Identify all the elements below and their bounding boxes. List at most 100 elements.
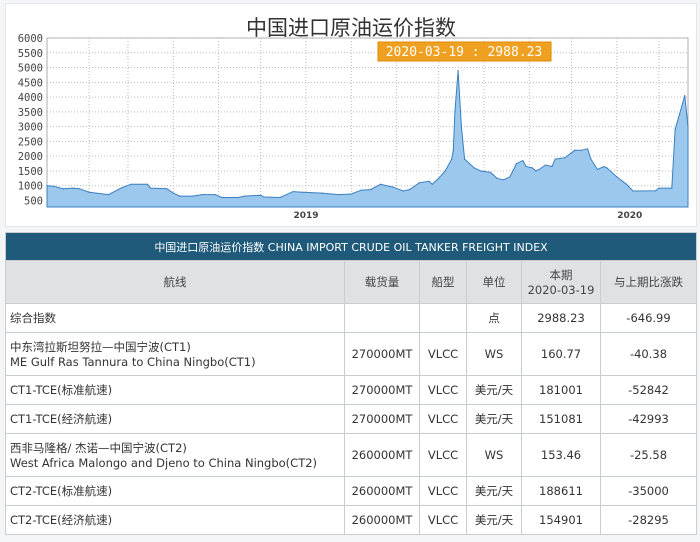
x-tick-label: 2019 <box>293 211 318 221</box>
route-cell: CT2-TCE(标准航速) <box>5 476 345 506</box>
y-tick-label: 5000 <box>18 63 43 75</box>
data-point <box>473 167 475 169</box>
freight-index-table: 中国进口原油运价指数 CHINA IMPORT CRUDE OIL TANKER… <box>5 232 697 535</box>
data-point <box>237 196 239 199</box>
y-tick-label: 1000 <box>18 181 43 193</box>
route-name: 中东湾拉斯坦努拉—中国宁波(CT1) <box>10 340 191 354</box>
data-point <box>172 192 174 194</box>
data-point <box>606 167 608 169</box>
data-point <box>46 185 48 187</box>
data-point <box>88 191 90 193</box>
route-cell: 西非马隆格/ 杰诺—中国宁波(CT2) West Africa Malongo a… <box>5 433 345 477</box>
table-row: CT2-TCE(标准航速) 260000MT VLCC 美元/天 188611 … <box>5 476 697 506</box>
header-unit: 单位 <box>466 260 522 304</box>
data-point <box>260 194 262 196</box>
table-row: CT1-TCE(经济航速) 270000MT VLCC 美元/天 151081 … <box>5 404 697 434</box>
data-point <box>554 158 556 160</box>
data-point <box>587 148 589 150</box>
data-point <box>402 190 404 192</box>
data-point <box>72 187 74 189</box>
change-cell: -42993 <box>600 404 697 434</box>
data-point <box>590 158 592 160</box>
data-point <box>78 188 80 190</box>
data-point <box>509 176 511 178</box>
header-ship: 船型 <box>419 260 467 304</box>
data-point <box>525 165 527 168</box>
data-point <box>502 179 505 181</box>
data-point <box>379 183 382 185</box>
y-tick-label: 2000 <box>18 151 43 163</box>
data-point <box>658 187 660 189</box>
data-point <box>62 188 64 190</box>
data-point <box>687 126 689 128</box>
route-name-en: ME Gulf Ras Tannura to China Ningbo(CT1) <box>10 355 256 369</box>
route-name: 综合指数 <box>10 311 56 325</box>
data-point <box>360 189 362 191</box>
tooltip-text: 2020-03-19 : 2988.23 <box>386 45 543 60</box>
data-point <box>632 190 634 192</box>
unit-cell: 美元/天 <box>466 375 522 405</box>
data-point <box>130 183 132 185</box>
x-tick-label: 2020 <box>617 211 642 221</box>
change-cell: -52842 <box>600 375 697 405</box>
data-point <box>625 183 628 185</box>
data-point <box>464 158 466 160</box>
header-route: 航线 <box>5 260 345 304</box>
index-chart[interactable]: 500 1000 1500 2000 2500 3000 3500 4000 4500 5000 5… <box>6 4 696 226</box>
y-tick-label: 3500 <box>18 107 43 119</box>
data-point <box>596 168 598 171</box>
data-point <box>107 193 110 196</box>
change-cell: -28295 <box>600 505 697 535</box>
data-point <box>120 187 123 189</box>
data-point <box>214 193 216 196</box>
route-name: CT2-TCE(经济航速) <box>10 513 113 527</box>
data-point <box>457 69 459 72</box>
y-tick-label: 5500 <box>18 48 43 60</box>
change-cell: -646.99 <box>600 303 697 333</box>
data-point <box>564 157 566 159</box>
value-cell: 2988.23 <box>521 303 601 333</box>
load-cell: 270000MT <box>344 404 420 434</box>
change-cell: -25.58 <box>600 433 697 477</box>
ship-cell: VLCC <box>419 375 467 405</box>
data-point <box>370 188 372 191</box>
route-name: CT2-TCE(标准航速) <box>10 484 113 498</box>
data-point <box>292 191 294 193</box>
data-point <box>551 165 553 168</box>
ship-cell: VLCC <box>419 433 467 477</box>
ship-cell: VLCC <box>419 332 467 376</box>
table-row: 中东湾拉斯坦努拉—中国宁波(CT1) ME Gulf Ras Tannura to… <box>5 332 697 376</box>
data-point <box>655 190 657 192</box>
data-point <box>192 195 194 197</box>
data-point <box>451 158 453 160</box>
change-cell: -40.38 <box>600 332 697 376</box>
header-load: 载货量 <box>344 260 420 304</box>
route-name-en: West Africa Malongo and Djeno to China N… <box>10 456 318 470</box>
data-point <box>535 170 537 172</box>
data-point <box>496 177 498 179</box>
data-point <box>603 165 605 168</box>
data-point <box>438 177 440 179</box>
change-cell: -35000 <box>600 476 697 506</box>
data-point <box>431 183 433 185</box>
data-point <box>444 170 446 172</box>
value-cell: 154901 <box>521 505 601 535</box>
table-header-row: 航线 载货量 船型 单位 本期 2020-03-19 与上期比涨跌 <box>5 260 697 304</box>
data-point <box>408 188 411 191</box>
ship-cell <box>419 303 467 333</box>
load-cell: 260000MT <box>344 433 420 477</box>
load-cell: 260000MT <box>344 476 420 506</box>
data-point <box>538 168 540 171</box>
load-cell: 270000MT <box>344 375 420 405</box>
data-point <box>674 128 676 131</box>
y-tick-label: 1500 <box>18 166 43 178</box>
data-point <box>515 162 518 165</box>
y-tick-label: 4000 <box>18 92 43 104</box>
data-point <box>452 149 454 151</box>
data-point <box>544 164 547 166</box>
data-point <box>580 149 582 151</box>
value-cell: 188611 <box>521 476 601 506</box>
y-tick-label: 3000 <box>18 122 43 134</box>
load-cell: 270000MT <box>344 332 420 376</box>
route-cell: 综合指数 <box>5 303 345 333</box>
